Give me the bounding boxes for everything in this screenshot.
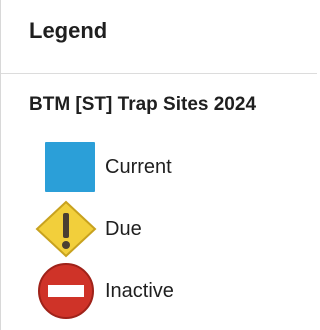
layer-title: BTM [ST] Trap Sites 2024 — [29, 94, 257, 115]
legend-title: Legend — [29, 18, 108, 43]
legend-item-label-current: Current — [105, 156, 172, 178]
legend-item-label-due: Due — [105, 218, 142, 240]
blue-square-icon — [35, 138, 97, 196]
legend-item-due: Due — [27, 200, 287, 258]
yellow-warning-diamond-icon — [35, 200, 97, 258]
red-no-entry-icon — [35, 262, 97, 320]
legend-item-current: Current — [27, 138, 287, 196]
legend-item-label-inactive: Inactive — [105, 280, 174, 302]
legend-item-inactive: Inactive — [27, 262, 287, 320]
legend-header: Legend — [1, 0, 317, 74]
legend-panel: Legend BTM [ST] Trap Sites 2024 Current … — [0, 0, 317, 330]
